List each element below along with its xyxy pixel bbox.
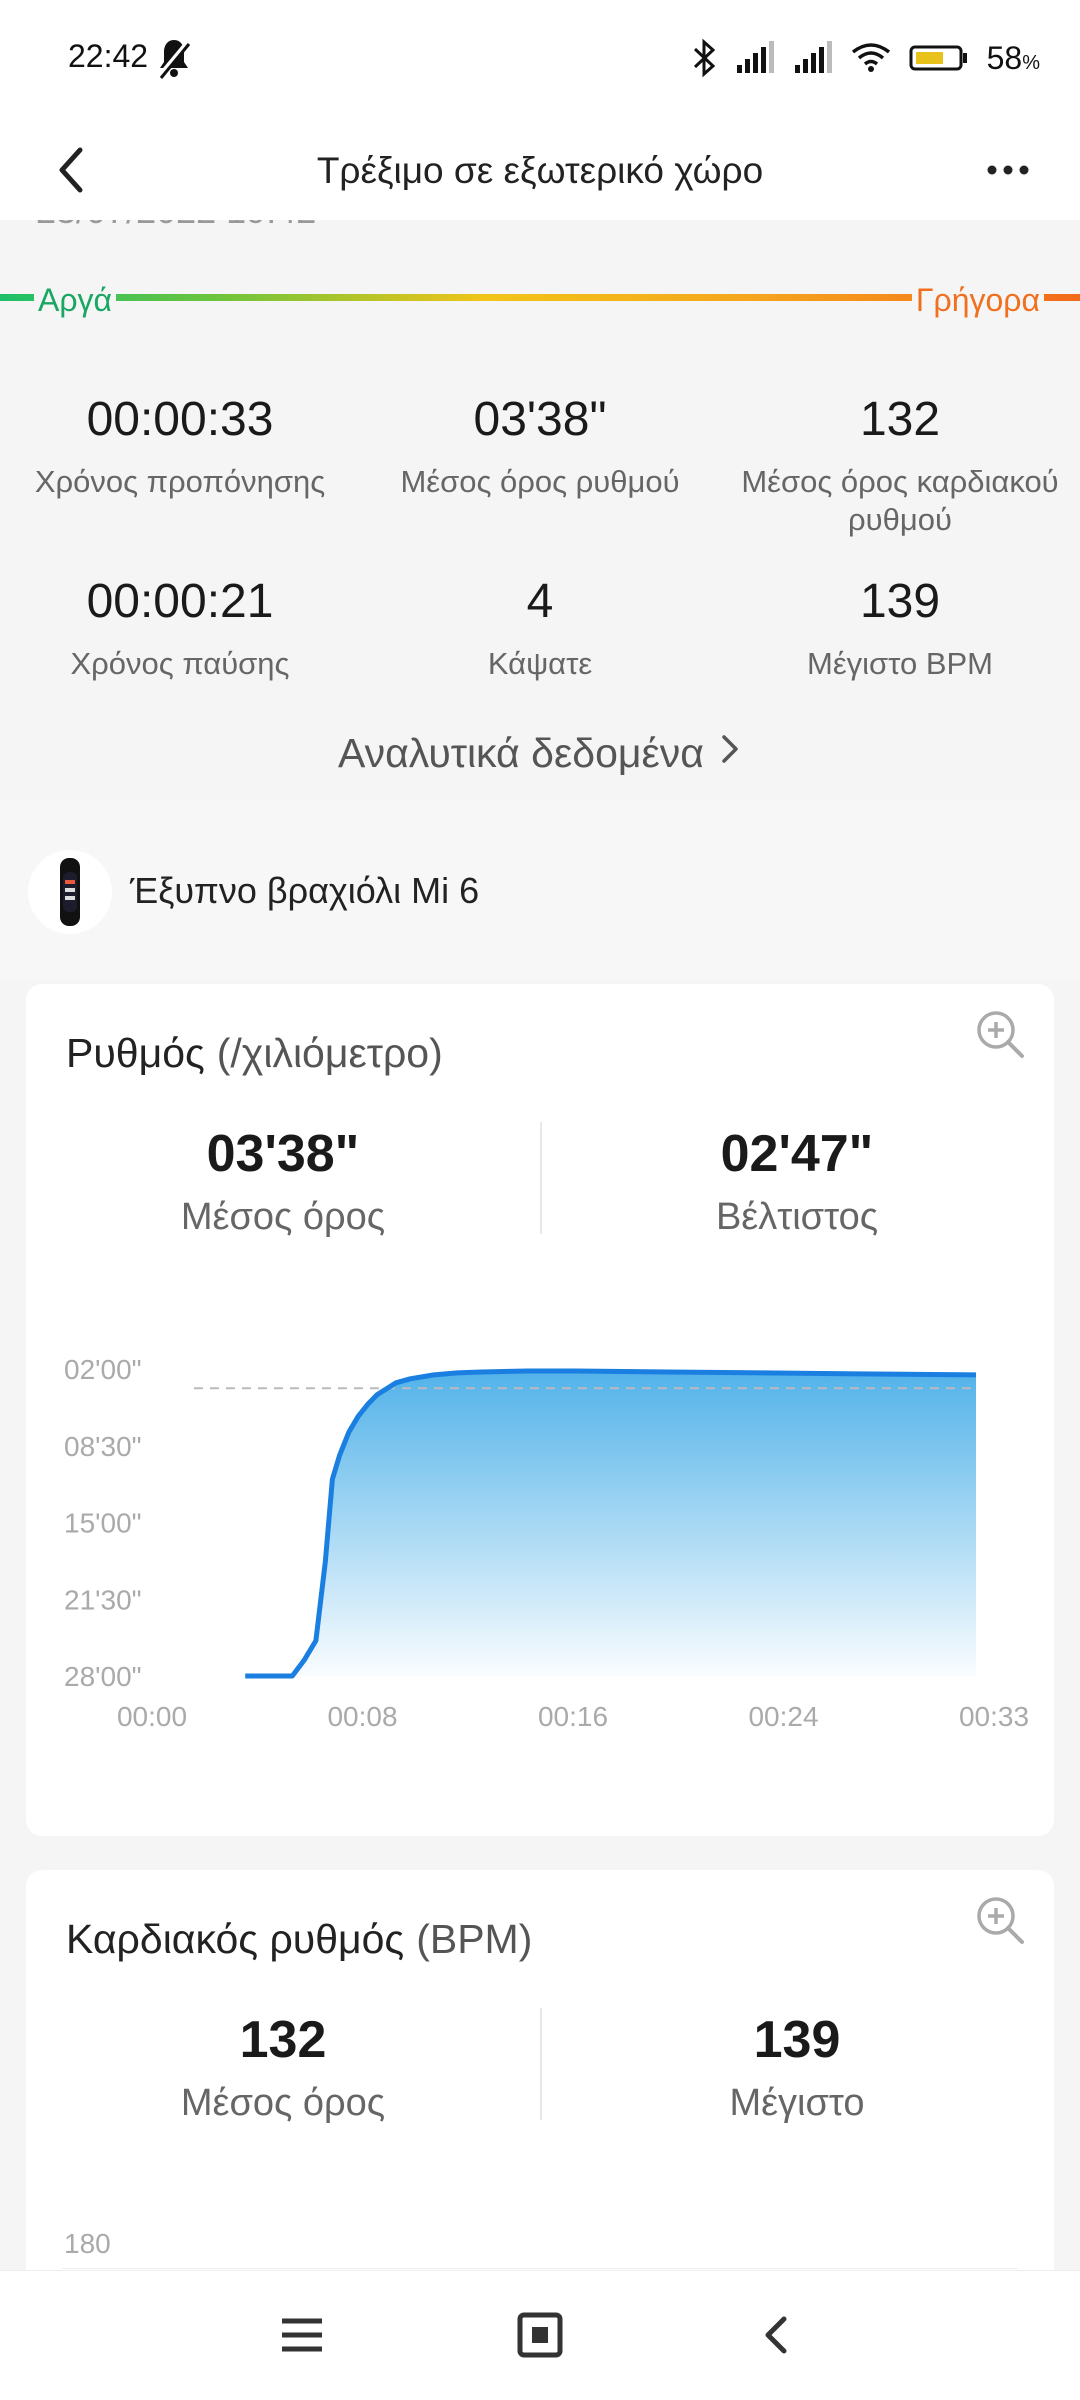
stat-value: 03'38"	[473, 393, 607, 446]
y-tick-label: 08'30"	[64, 1431, 142, 1462]
stat-max-bpm: 139 Μέγιστο BPM	[720, 560, 1080, 750]
stat-label: Κάψατε	[487, 646, 593, 681]
heart-rate-card: Καρδιακός ρυθμός (BPM) 132 Μέσος όρος 139…	[26, 1870, 1054, 2290]
status-time: 22:42	[68, 38, 149, 74]
device-name: Έξυπνο βραχιόλι Mi 6	[130, 870, 480, 911]
stat-label: Μέσος όρος ρυθμού	[400, 464, 680, 499]
metric-label: Μέγιστο	[729, 2082, 865, 2124]
bluetooth-icon	[693, 38, 715, 78]
stat-value: 4	[526, 575, 554, 628]
pace-chart[interactable]: 02'00" 08'30" 15'00" 21'30" 28'00" 00:00 00:0…	[26, 984, 1054, 1836]
x-tick-label: 00:33	[959, 1701, 1029, 1732]
hr-average: 132 Μέσος όρος	[26, 2010, 540, 2125]
stat-value: 132	[859, 393, 941, 446]
hr-gridline	[62, 2268, 1018, 2269]
pace-slow-label: Αργά	[34, 282, 117, 319]
stat-training-time: 00:00:33 Χρόνος προπόνησης	[0, 370, 360, 560]
y-tick-label: 02'00"	[64, 1354, 142, 1385]
hr-title: Καρδιακός ρυθμός	[66, 1916, 405, 1962]
x-tick-label: 00:24	[748, 1701, 818, 1732]
stat-value: 00:00:33	[86, 393, 274, 446]
detailed-data-label: Αναλυτικά δεδομένα	[338, 730, 704, 776]
pace-card: Ρυθμός (/χιλιόμετρο) 03'38" Μέσος όρος 02…	[26, 984, 1054, 1836]
status-bar: 22:42 58%	[0, 0, 1080, 120]
band-icon	[28, 850, 112, 934]
metric-label: Μέσος όρος	[180, 2082, 386, 2124]
y-tick-label: 28'00"	[64, 1661, 142, 1692]
home-square-icon[interactable]	[510, 2305, 570, 2365]
stat-pause-time: 00:00:21 Χρόνος παύσης	[0, 560, 360, 750]
hr-y-tick: 180	[64, 2228, 111, 2259]
stats-grid: 00:00:33 Χρόνος προπόνησης 03'38" Μέσος …	[0, 370, 1080, 750]
stat-label: Χρόνος παύσης	[70, 646, 290, 681]
stat-average-heart-rate: 132 Μέσος όρος καρδιακού ρυθμού	[720, 370, 1080, 560]
y-tick-label: 15'00"	[64, 1508, 142, 1539]
battery-icon	[909, 45, 967, 71]
workout-date: 23/07/2022 19:42	[36, 220, 316, 232]
menu-icon[interactable]	[272, 2305, 332, 2365]
system-nav-bar	[0, 2270, 1080, 2400]
metric-value: 132	[239, 2011, 327, 2069]
back-triangle-icon[interactable]	[748, 2305, 808, 2365]
battery-percent: 58%	[986, 39, 1040, 76]
pace-area	[245, 1371, 976, 1676]
detailed-data-link[interactable]: Αναλυτικά δεδομένα	[0, 730, 1080, 777]
stat-value: 139	[859, 575, 941, 628]
signal-icon	[794, 41, 832, 73]
wifi-icon	[851, 43, 890, 72]
bell-muted-icon	[157, 38, 191, 79]
status-icons: 58%	[691, 36, 1040, 80]
stat-label: Μέγιστο BPM	[807, 646, 993, 681]
page-title: Τρέξιμο σε εξωτερικό χώρο	[316, 150, 764, 191]
signal-icon	[736, 41, 774, 73]
workout-summary: 23/07/2022 19:42 Αργά Γρήγορα 00:00:33 Χ…	[0, 220, 1080, 800]
stat-label: Μέσος όρος καρδιακού ρυθμού	[741, 464, 1059, 537]
y-tick-label: 21'30"	[64, 1584, 142, 1615]
pace-fast-label: Γρήγορα	[911, 282, 1044, 319]
device-row[interactable]: Έξυπνο βραχιόλι Mi 6	[0, 800, 1080, 980]
metric-value: 139	[753, 2011, 841, 2069]
more-options-button[interactable]	[976, 138, 1040, 202]
chevron-right-icon	[718, 730, 742, 777]
stat-value: 00:00:21	[86, 575, 274, 628]
x-tick-label: 00:00	[117, 1701, 187, 1732]
stat-average-pace: 03'38" Μέσος όρος ρυθμού	[360, 370, 720, 560]
x-tick-label: 00:08	[327, 1701, 397, 1732]
zoom-in-icon[interactable]	[972, 1892, 1028, 1948]
app-header: Τρέξιμο σε εξωτερικό χώρο	[0, 120, 1080, 220]
x-tick-label: 00:16	[538, 1701, 608, 1732]
hr-max: 139 Μέγιστο	[540, 2010, 1054, 2125]
stat-calories: 4 Κάψατε	[360, 560, 720, 750]
card-title: Καρδιακός ρυθμός (BPM)	[66, 1916, 532, 1963]
stat-label: Χρόνος προπόνησης	[34, 464, 326, 499]
hr-unit: (BPM)	[416, 1916, 533, 1962]
